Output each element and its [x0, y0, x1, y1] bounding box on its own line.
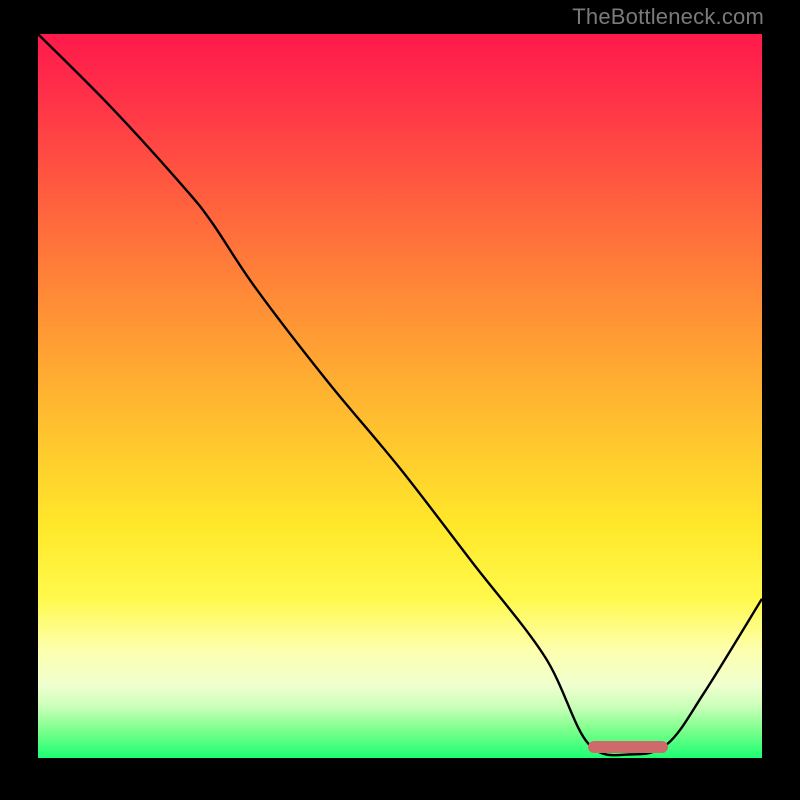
optimal-marker: [588, 741, 668, 753]
curve-svg: [38, 34, 762, 758]
bottleneck-curve: [38, 34, 762, 755]
attribution-text: TheBottleneck.com: [572, 4, 764, 30]
chart-container: TheBottleneck.com: [0, 0, 800, 800]
plot-area: [38, 34, 762, 758]
